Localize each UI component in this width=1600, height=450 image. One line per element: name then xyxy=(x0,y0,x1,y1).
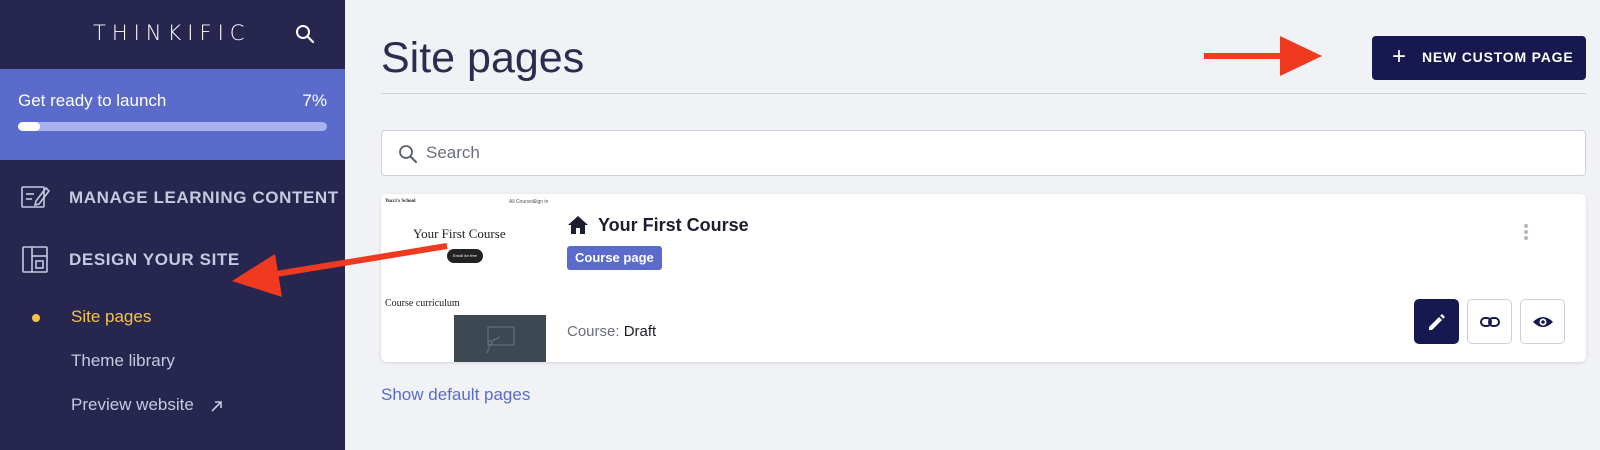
site-page-card: Yucci's School All Courses Sign in Your … xyxy=(381,194,1586,362)
logo-bar: THINKIFIC xyxy=(0,0,345,69)
layout-icon xyxy=(22,246,48,273)
subnav-label: Preview website xyxy=(71,395,194,414)
page-type-badge: Course page xyxy=(567,246,662,270)
subnav-site-pages[interactable]: Site pages xyxy=(0,302,345,332)
card-title[interactable]: Your First Course xyxy=(598,215,749,236)
nav-label: MANAGE LEARNING CONTENT xyxy=(69,188,339,207)
new-custom-page-button[interactable]: + NEW CUSTOM PAGE xyxy=(1372,36,1586,80)
status-label: Course: xyxy=(567,323,620,340)
plus-icon: + xyxy=(1392,43,1407,70)
launch-progress-bar xyxy=(18,122,327,131)
thumbnail-curriculum-heading: Course curriculum xyxy=(385,298,460,309)
title-divider xyxy=(381,93,1586,94)
course-status: Course: Draft xyxy=(567,323,656,340)
link-icon xyxy=(1480,317,1500,327)
launch-title: Get ready to launch xyxy=(18,91,167,110)
search-field[interactable] xyxy=(381,130,1586,176)
page-title: Site pages xyxy=(381,34,585,82)
search-icon[interactable] xyxy=(295,24,315,44)
page-thumbnail[interactable]: Yucci's School All Courses Sign in Your … xyxy=(381,194,555,362)
status-value: Draft xyxy=(623,323,657,340)
eye-icon xyxy=(1533,317,1553,327)
new-custom-page-label: NEW CUSTOM PAGE xyxy=(1422,49,1574,65)
thumbnail-nav-courses: All Courses xyxy=(509,199,535,205)
active-bullet xyxy=(32,314,40,322)
subnav-label: Theme library xyxy=(71,351,175,370)
external-arrow-icon xyxy=(211,401,222,412)
home-icon xyxy=(568,216,588,234)
presentation-icon xyxy=(486,326,515,354)
more-options-icon[interactable] xyxy=(1521,222,1531,242)
nav-label: DESIGN YOUR SITE xyxy=(69,250,240,269)
arrow-to-new-button xyxy=(1204,36,1322,76)
subnav-label: Site pages xyxy=(71,307,152,326)
thumbnail-school-name: Yucci's School xyxy=(385,199,416,204)
subnav-theme-library[interactable]: Theme library xyxy=(0,346,345,376)
preview-page-button[interactable] xyxy=(1520,299,1565,344)
nav-design-your-site[interactable]: DESIGN YOUR SITE xyxy=(0,240,345,280)
launch-progress-fill xyxy=(18,122,40,131)
edit-page-button[interactable] xyxy=(1414,299,1459,344)
copy-link-button[interactable] xyxy=(1467,299,1512,344)
pencil-icon xyxy=(1429,314,1445,330)
nav-manage-learning-content[interactable]: MANAGE LEARNING CONTENT xyxy=(0,178,345,218)
thinkific-logo[interactable]: THINKIFIC xyxy=(93,21,250,45)
thumbnail-enroll-button: Enroll for free xyxy=(447,249,483,263)
launch-percent: 7% xyxy=(302,91,327,110)
thumbnail-nav-signin: Sign in xyxy=(533,199,549,205)
subnav-preview-website[interactable]: Preview website xyxy=(0,390,345,420)
sidebar: THINKIFIC Get ready to launch 7% MANAGE … xyxy=(0,0,345,450)
edit-content-icon xyxy=(21,186,50,208)
search-input[interactable] xyxy=(426,139,1526,167)
launch-progress-banner[interactable]: Get ready to launch 7% xyxy=(0,69,345,160)
search-icon xyxy=(399,145,417,163)
thumbnail-course-image xyxy=(454,315,546,362)
show-default-pages-link[interactable]: Show default pages xyxy=(381,385,530,405)
thumbnail-course-title: Your First Course xyxy=(413,226,506,241)
